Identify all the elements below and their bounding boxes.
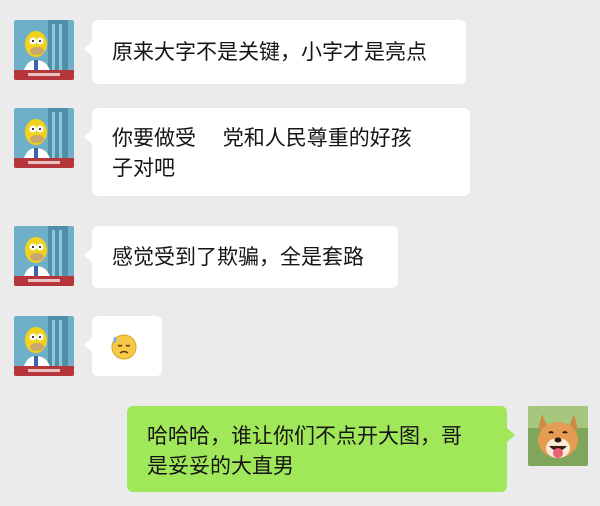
cartoon-man-avatar-icon xyxy=(14,20,74,80)
message-bubble-4[interactable] xyxy=(84,316,162,376)
self-avatar[interactable] xyxy=(528,406,588,466)
sender-avatar[interactable] xyxy=(14,316,74,376)
message-text: 哈哈哈，谁让你们不点开大图，哥 是妥妥的大直男 xyxy=(147,424,462,478)
cartoon-man-avatar-icon xyxy=(14,226,74,286)
sender-avatar[interactable] xyxy=(14,108,74,168)
message-text: 你要做受 党和人民尊重的好孩 子对吧 xyxy=(112,126,412,180)
message-bubble-3[interactable]: 感觉受到了欺骗，全是套路 xyxy=(84,226,398,288)
message-bubble-2[interactable]: 你要做受 党和人民尊重的好孩 子对吧 xyxy=(84,108,470,196)
message-bubble-1[interactable]: 原来大字不是关键，小字才是亮点 xyxy=(84,20,466,84)
cartoon-man-avatar-icon xyxy=(14,108,74,168)
message-text: 感觉受到了欺骗，全是套路 xyxy=(112,245,364,269)
cartoon-man-avatar-icon xyxy=(14,316,74,376)
message-text: 原来大字不是关键，小字才是亮点 xyxy=(112,40,427,64)
sender-avatar[interactable] xyxy=(14,226,74,286)
cold-sweat-emoji-icon xyxy=(111,334,137,360)
smiling-dog-avatar-icon xyxy=(528,406,588,466)
sender-avatar[interactable] xyxy=(14,20,74,80)
message-bubble-5[interactable]: 哈哈哈，谁让你们不点开大图，哥 是妥妥的大直男 xyxy=(127,406,515,492)
